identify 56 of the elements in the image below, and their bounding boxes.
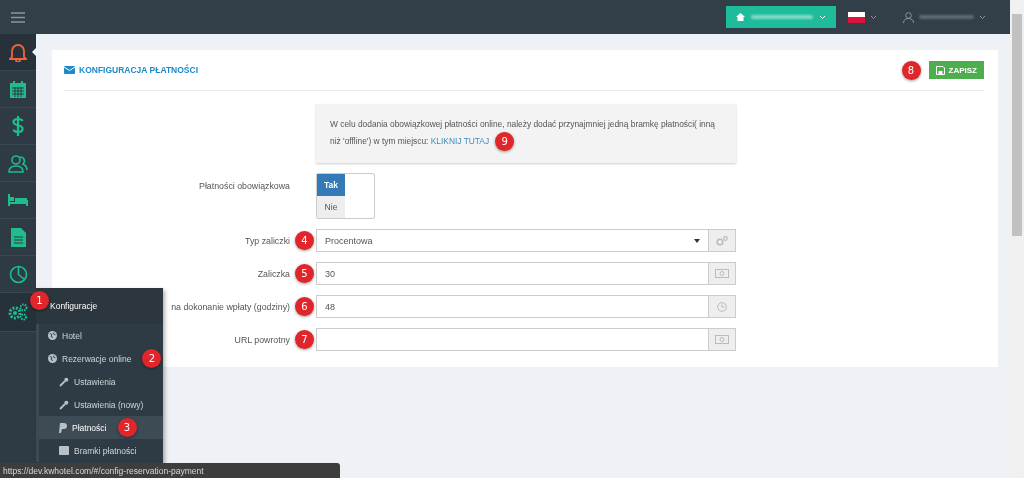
chevron-down-icon [870, 14, 877, 20]
field-label: URL powrotny [234, 334, 290, 345]
bell-icon [9, 42, 27, 62]
dollar-icon [12, 116, 24, 136]
document-icon [10, 227, 26, 247]
notice-text: W celu dodania obowiązkowej płatności online, należy dodać przynajmniej jedną bramkę płatności( inną niż 'offline') w tym miejscu: KLIKNIJ TUTAJ 9 [330, 116, 722, 151]
gears-icon [8, 303, 28, 321]
menu-icon[interactable] [11, 11, 25, 23]
input-field[interactable] [316, 328, 709, 351]
banknote-icon [715, 269, 729, 278]
caret-down-icon [694, 238, 700, 243]
sidebar-item[interactable] [0, 34, 36, 71]
select-field[interactable]: Procentowa [316, 229, 709, 252]
number-badge: 5 [295, 264, 314, 283]
input-field[interactable]: 30 [316, 262, 709, 285]
user-icon [903, 11, 914, 23]
flag-dropdown[interactable] [848, 11, 877, 23]
number-badge: 8 [901, 60, 921, 80]
gears-icon [716, 235, 728, 246]
pie-chart-icon [8, 264, 28, 284]
globe-icon [48, 331, 57, 340]
field-label: Typ zaliczki [245, 235, 290, 246]
users-icon [8, 153, 28, 173]
field-label: Płatności obowiązkowa [199, 181, 290, 191]
home-icon [736, 13, 745, 21]
clock-icon [717, 301, 727, 312]
sidebar-item[interactable] [0, 293, 36, 332]
toggle-option[interactable]: Nie [317, 196, 345, 218]
flag-icon [848, 11, 865, 23]
wrench-icon [59, 399, 69, 410]
field-label: Zaliczka [257, 268, 290, 279]
click-here-link[interactable]: KLIKNIJ TUTAJ [430, 135, 490, 146]
number-badge: 4 [295, 231, 314, 250]
envelope-icon [64, 66, 75, 74]
toggle-option[interactable]: Tak [317, 174, 345, 196]
scrollbar[interactable] [1010, 0, 1024, 478]
submenu-item[interactable]: Płatności 3 [39, 416, 163, 439]
chevron-down-icon [819, 14, 826, 20]
wrench-icon [59, 376, 69, 387]
chevron-down-icon [979, 14, 986, 20]
panel-title: KONFIGURACJA PŁATNOŚCI [79, 65, 198, 75]
calendar-icon [9, 79, 27, 99]
menu-title: Konfiguracje [50, 301, 98, 311]
status-bar-url: https://dev.kwhotel.com/#/config-reservation-payment [0, 463, 340, 478]
number-badge: 7 [295, 330, 314, 349]
select-value: Procentowa [325, 235, 373, 246]
card-icon [59, 446, 69, 455]
input-field[interactable]: 48 [316, 295, 709, 318]
field-label: na dokonanie wpłaty (godziny) [171, 301, 290, 312]
number-badge: 9 [495, 132, 515, 151]
globe-icon [48, 354, 57, 363]
number-badge: 6 [295, 297, 314, 316]
banknote-icon [715, 335, 729, 344]
paypal-icon [59, 422, 67, 433]
user-menu[interactable] [903, 11, 986, 23]
bed-icon [8, 194, 28, 206]
